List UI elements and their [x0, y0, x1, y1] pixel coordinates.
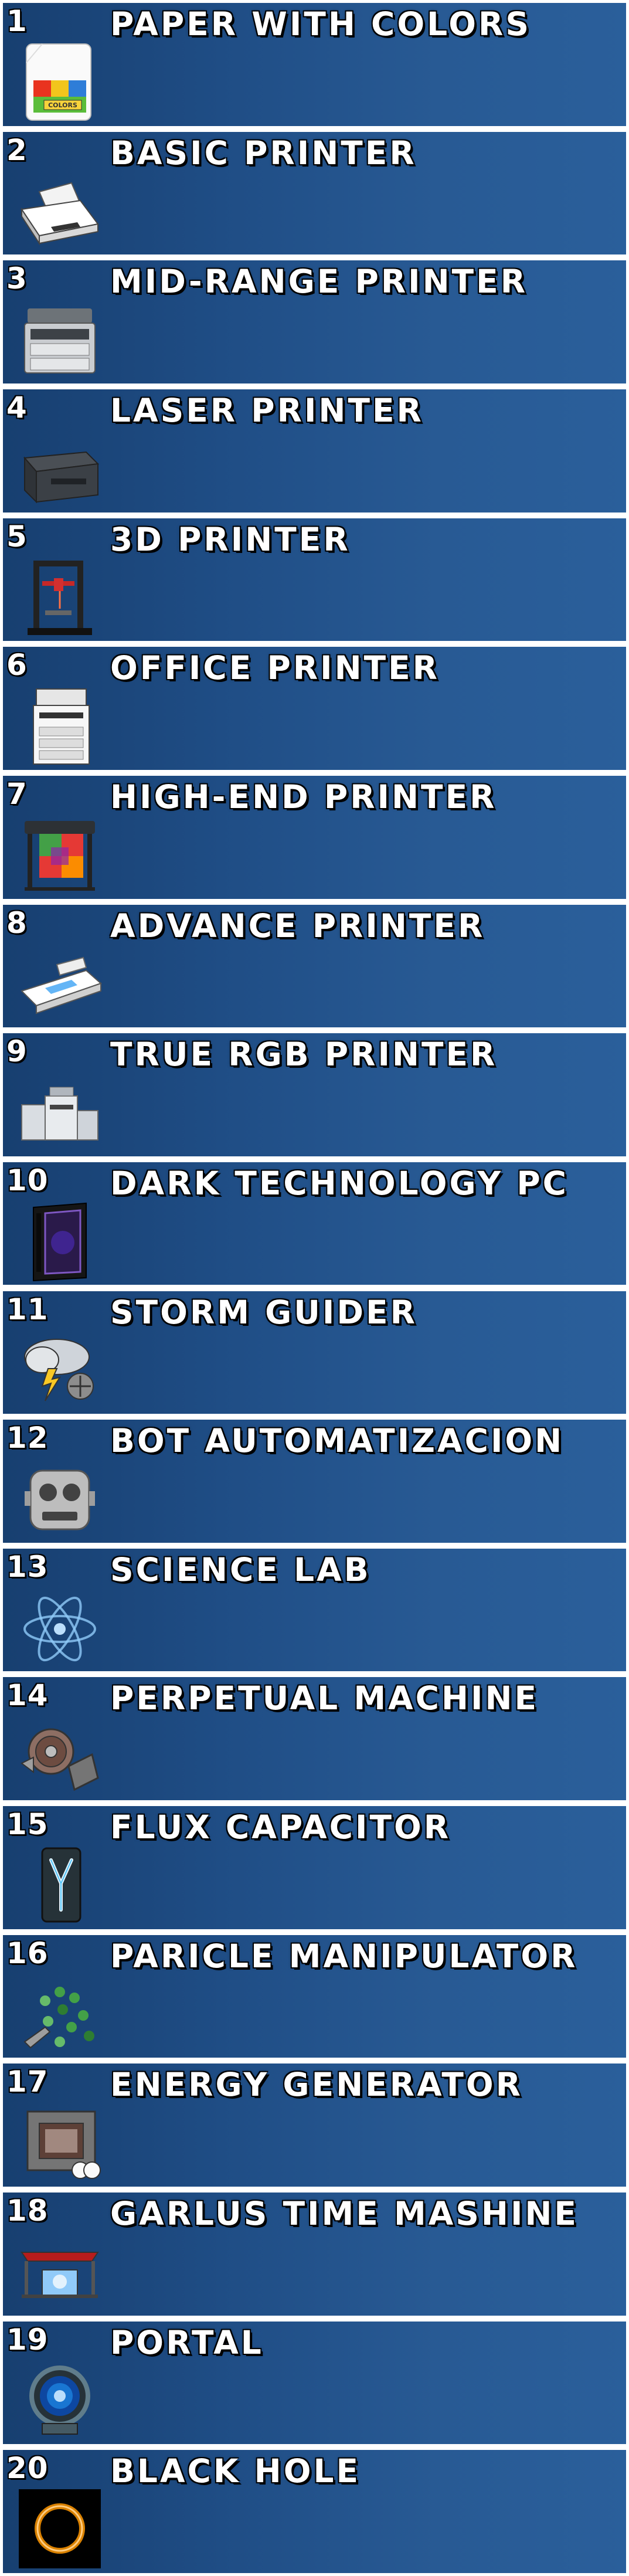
item-number: 18	[6, 2194, 49, 2228]
bot-icon	[16, 1456, 104, 1541]
item-name: LASER PRINTER	[110, 391, 424, 429]
upgrade-item-dark-technology-pc[interactable]: 10 DARK TECHNOLOGY PC	[0, 1159, 629, 1288]
item-number: 3	[6, 262, 28, 296]
item-name: OFFICE PRINTER	[110, 649, 440, 687]
flux-capacitor-icon	[16, 1842, 104, 1927]
perpetual-machine-icon	[16, 1713, 104, 1798]
item-name: BASIC PRINTER	[110, 134, 417, 172]
item-number: 14	[6, 1678, 49, 1713]
item-name: MID-RANGE PRINTER	[110, 263, 528, 301]
upgrade-item-advance-printer[interactable]: 8 ADVANCE PRINTER	[0, 901, 629, 1031]
upgrade-list: 1 PAPER WITH COLORS COLORS 2 BASIC PRINT…	[0, 0, 629, 2576]
time-machine-icon	[16, 2229, 104, 2314]
laser-printer-icon	[16, 426, 104, 511]
item-name: BOT AUTOMATIZACION	[110, 1422, 565, 1460]
item-name: TRUE RGB PRINTER	[110, 1036, 498, 1074]
upgrade-item-laser-printer[interactable]: 4 LASER PRINTER	[0, 386, 629, 515]
item-name: STORM GUIDER	[110, 1293, 417, 1331]
upgrade-item-3d-printer[interactable]: 5 3D PRINTER	[0, 515, 629, 644]
item-name: ENERGY GENERATOR	[110, 2066, 523, 2104]
item-name: ADVANCE PRINTER	[110, 907, 485, 945]
item-name: SCIENCE LAB	[110, 1550, 371, 1589]
advance-printer-icon	[16, 941, 104, 1026]
item-number: 5	[6, 519, 28, 554]
upgrade-item-bot-automatizacion[interactable]: 12 BOT AUTOMATIZACION	[0, 1417, 629, 1546]
item-number: 6	[6, 648, 28, 683]
item-number: 13	[6, 1549, 49, 1584]
upgrade-item-perpetual-machine[interactable]: 14 PERPETUAL MACHINE	[0, 1674, 629, 1804]
upgrade-item-basic-printer[interactable]: 2 BASIC PRINTER	[0, 128, 629, 258]
item-name: 3D PRINTER	[110, 520, 351, 558]
item-number: 19	[6, 2322, 49, 2357]
upgrade-item-garlus-time-mashine[interactable]: 18 GARLUS TIME MASHINE	[0, 2190, 629, 2319]
item-number: 12	[6, 1421, 49, 1455]
item-number: 8	[6, 905, 28, 940]
item-name: BLACK HOLE	[110, 2452, 361, 2490]
item-name: PARICLE MANIPULATOR	[110, 1937, 578, 1975]
upgrade-item-science-lab[interactable]: 13 SCIENCE LAB	[0, 1545, 629, 1675]
true-rgb-printer-icon	[16, 1070, 104, 1155]
upgrade-item-paper-with-colors[interactable]: 1 PAPER WITH COLORS COLORS	[0, 0, 629, 129]
item-name: PERPETUAL MACHINE	[110, 1679, 539, 1718]
portal-icon	[16, 2358, 104, 2443]
item-number: 2	[6, 133, 28, 167]
paper-with-colors-icon: COLORS	[16, 39, 104, 124]
office-printer-icon	[16, 683, 104, 768]
item-number: 17	[6, 2065, 49, 2099]
item-name: HIGH-END PRINTER	[110, 778, 497, 816]
upgrade-item-paricle-manipulator[interactable]: 16 PARICLE MANIPULATOR	[0, 1932, 629, 2061]
upgrade-item-flux-capacitor[interactable]: 15 FLUX CAPACITOR	[0, 1803, 629, 1932]
mid-range-printer-icon	[16, 297, 104, 382]
upgrade-item-office-printer[interactable]: 6 OFFICE PRINTER	[0, 644, 629, 773]
item-number: 15	[6, 1807, 49, 1842]
upgrade-item-storm-guider[interactable]: 11 STORM GUIDER	[0, 1288, 629, 1417]
energy-generator-icon	[16, 2100, 104, 2185]
item-number: 9	[6, 1034, 28, 1069]
upgrade-item-high-end-printer[interactable]: 7 HIGH-END PRINTER	[0, 772, 629, 902]
item-number: 7	[6, 776, 28, 811]
upgrade-item-energy-generator[interactable]: 17 ENERGY GENERATOR	[0, 2061, 629, 2190]
black-hole-icon	[16, 2486, 104, 2571]
dark-technology-pc-icon	[16, 1199, 104, 1284]
upgrade-item-true-rgb-printer[interactable]: 9 TRUE RGB PRINTER	[0, 1030, 629, 1159]
item-name: DARK TECHNOLOGY PC	[110, 1164, 569, 1202]
item-name: PAPER WITH COLORS	[110, 5, 531, 43]
item-name: GARLUS TIME MASHINE	[110, 2195, 579, 2233]
item-number: 20	[6, 2451, 49, 2486]
atom-icon	[16, 1585, 104, 1670]
item-number: 4	[6, 390, 28, 425]
high-end-printer-icon	[16, 812, 104, 897]
upgrade-item-black-hole[interactable]: 20 BLACK HOLE	[0, 2447, 629, 2576]
storm-guider-icon	[16, 1328, 104, 1413]
svg-text:COLORS: COLORS	[48, 101, 77, 109]
item-name: FLUX CAPACITOR	[110, 1808, 451, 1847]
upgrade-item-mid-range-printer[interactable]: 3 MID-RANGE PRINTER	[0, 257, 629, 386]
item-number: 1	[6, 4, 28, 38]
item-number: 16	[6, 1936, 49, 1970]
item-number: 10	[6, 1163, 49, 1197]
particle-manipulator-icon	[16, 1971, 104, 2056]
item-name: PORTAL	[110, 2323, 264, 2361]
item-number: 11	[6, 1292, 49, 1326]
3d-printer-icon	[16, 555, 104, 640]
basic-printer-icon	[16, 168, 104, 253]
upgrade-item-portal[interactable]: 19 PORTAL	[0, 2318, 629, 2448]
